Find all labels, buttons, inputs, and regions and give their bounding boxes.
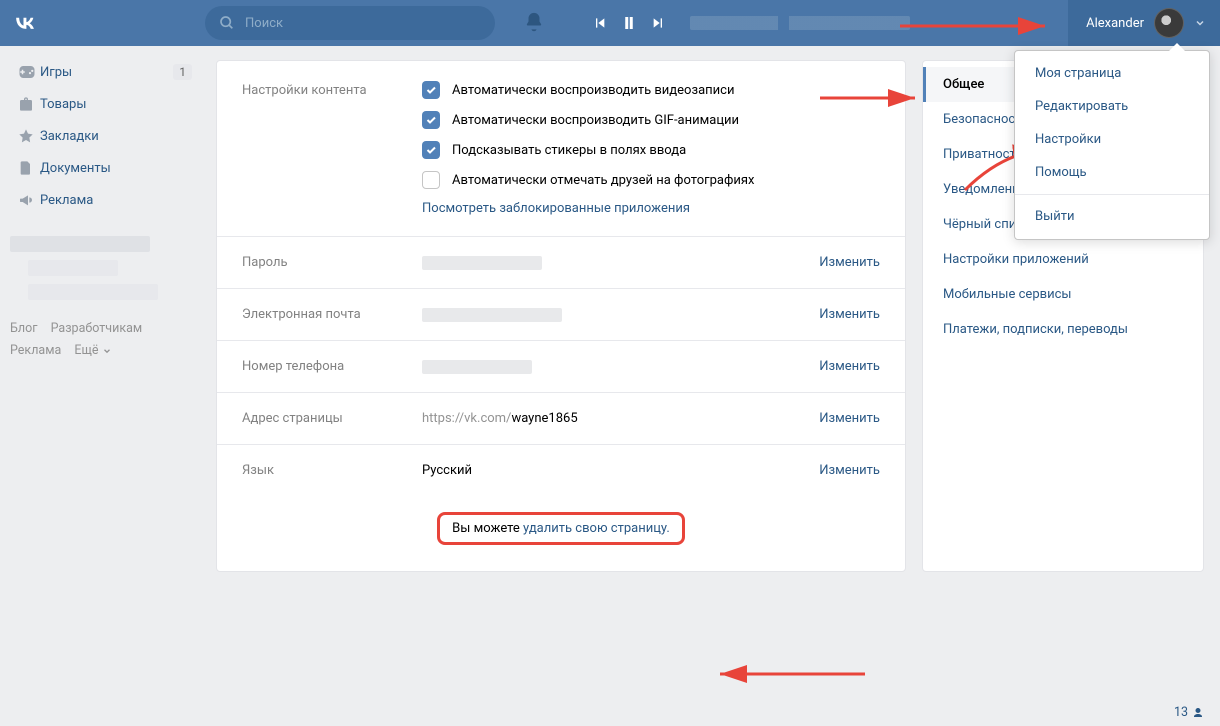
blocked-apps-link[interactable]: Посмотреть заблокированные приложения [422,201,880,216]
option-autoplay-video[interactable]: Автоматически воспроизводить видеозаписи [422,81,880,99]
sidebar-footer: Блог Разработчикам Реклама Ещё [10,318,200,362]
url-prefix: https://vk.com/ [422,411,511,426]
row-phone: Номер телефона Изменить [217,340,905,392]
star-icon [18,128,40,144]
delete-page-link[interactable]: удалить свою страницу. [523,521,670,536]
checkbox-on-icon [422,81,440,99]
person-icon [1192,707,1204,719]
pause-icon[interactable] [620,14,638,32]
checkbox-on-icon [422,111,440,129]
search-placeholder: Поиск [245,16,283,31]
option-autoplay-gif[interactable]: Автоматически воспроизводить GIF-анимаци… [422,111,880,129]
chevron-down-icon [1194,17,1206,29]
sidebar-item-goods[interactable]: Товары [10,88,200,120]
delete-row: Вы можете удалить свою страницу. [217,496,905,545]
change-link[interactable]: Изменить [819,255,880,270]
row-email: Электронная почта Изменить [217,288,905,340]
option-autotag-friends[interactable]: Автоматически отмечать друзей на фотогра… [422,171,880,189]
row-label: Номер телефона [242,359,422,374]
option-label: Автоматически воспроизводить видеозаписи [452,83,734,98]
delete-prefix: Вы можете [452,521,523,536]
dropdown-my-page[interactable]: Моя страница [1015,57,1209,90]
sidebar-item-ads[interactable]: Реклама [10,184,200,216]
vk-logo-icon [11,9,39,37]
footer-blog[interactable]: Блог [10,321,37,336]
row-label: Язык [242,463,422,478]
sidebar-item-bookmarks[interactable]: Закладки [10,120,200,152]
chevron-down-icon [102,346,112,356]
profile-menu-toggle[interactable]: Alexander [1068,0,1220,46]
dropdown-exit[interactable]: Выйти [1015,200,1209,233]
header-bar: Поиск Alexander [0,0,1220,46]
bottom-counter[interactable]: 13 [1174,705,1204,720]
sidebar-blur [10,236,200,300]
email-blur [422,308,562,322]
password-blur [422,256,542,270]
sidebar-item-label: Документы [40,161,111,176]
footer-more[interactable]: Ещё [74,340,111,362]
rn-payments[interactable]: Платежи, подписки, переводы [923,312,1203,347]
dropdown-settings[interactable]: Настройки [1015,123,1209,156]
username: Alexander [1086,16,1144,31]
row-lang: Язык Русский Изменить [217,444,905,496]
row-url: Адрес страницы https://vk.com/wayne1865 … [217,392,905,444]
rn-mobile[interactable]: Мобильные сервисы [923,277,1203,312]
audio-player [592,14,910,32]
bag-icon [18,96,40,112]
checkbox-off-icon [422,171,440,189]
option-label: Автоматически воспроизводить GIF-анимаци… [452,113,739,128]
footer-devs[interactable]: Разработчикам [51,321,143,336]
dropdown-help[interactable]: Помощь [1015,156,1209,189]
notifications-icon[interactable] [523,11,547,35]
dropdown-separator [1015,194,1209,195]
footer-ads[interactable]: Реклама [10,343,61,358]
annotation-arrow [710,664,870,688]
left-sidebar: Игры 1 Товары Закладки Документы Реклама… [10,46,200,572]
next-track-icon[interactable] [650,15,666,31]
track-info-blur [690,16,910,30]
change-link[interactable]: Изменить [819,359,880,374]
row-label: Адрес страницы [242,411,422,426]
sidebar-item-label: Реклама [40,193,93,208]
change-link[interactable]: Изменить [819,411,880,426]
phone-blur [422,360,532,374]
doc-icon [18,160,40,176]
change-link[interactable]: Изменить [819,307,880,322]
delete-highlight: Вы можете удалить свою страницу. [437,512,685,545]
gamepad-icon [18,63,40,81]
content-settings-label: Настройки контента [242,81,422,216]
option-label: Подсказывать стикеры в полях ввода [452,143,686,158]
sidebar-item-label: Игры [40,65,72,80]
sidebar-item-label: Товары [40,97,86,112]
megaphone-icon [18,192,40,208]
option-label: Автоматически отмечать друзей на фотогра… [452,173,754,188]
search-icon [219,15,235,31]
rn-apps[interactable]: Настройки приложений [923,242,1203,277]
option-suggest-stickers[interactable]: Подсказывать стикеры в полях ввода [422,141,880,159]
change-link[interactable]: Изменить [819,463,880,478]
checkbox-on-icon [422,141,440,159]
row-label: Пароль [242,255,422,270]
row-label: Электронная почта [242,307,422,322]
sidebar-badge: 1 [173,64,192,80]
url-value: wayne1865 [511,411,577,426]
profile-dropdown: Моя страница Редактировать Настройки Пом… [1014,50,1210,240]
sidebar-item-docs[interactable]: Документы [10,152,200,184]
sidebar-item-label: Закладки [40,129,99,144]
avatar [1154,8,1184,38]
prev-track-icon[interactable] [592,15,608,31]
vk-logo[interactable] [10,8,40,38]
dropdown-edit[interactable]: Редактировать [1015,90,1209,123]
row-password: Пароль Изменить [217,236,905,288]
sidebar-item-games[interactable]: Игры 1 [10,56,200,88]
search-input[interactable]: Поиск [205,6,495,40]
lang-value: Русский [422,463,819,478]
settings-panel: Настройки контента Автоматически воспрои… [216,60,906,572]
